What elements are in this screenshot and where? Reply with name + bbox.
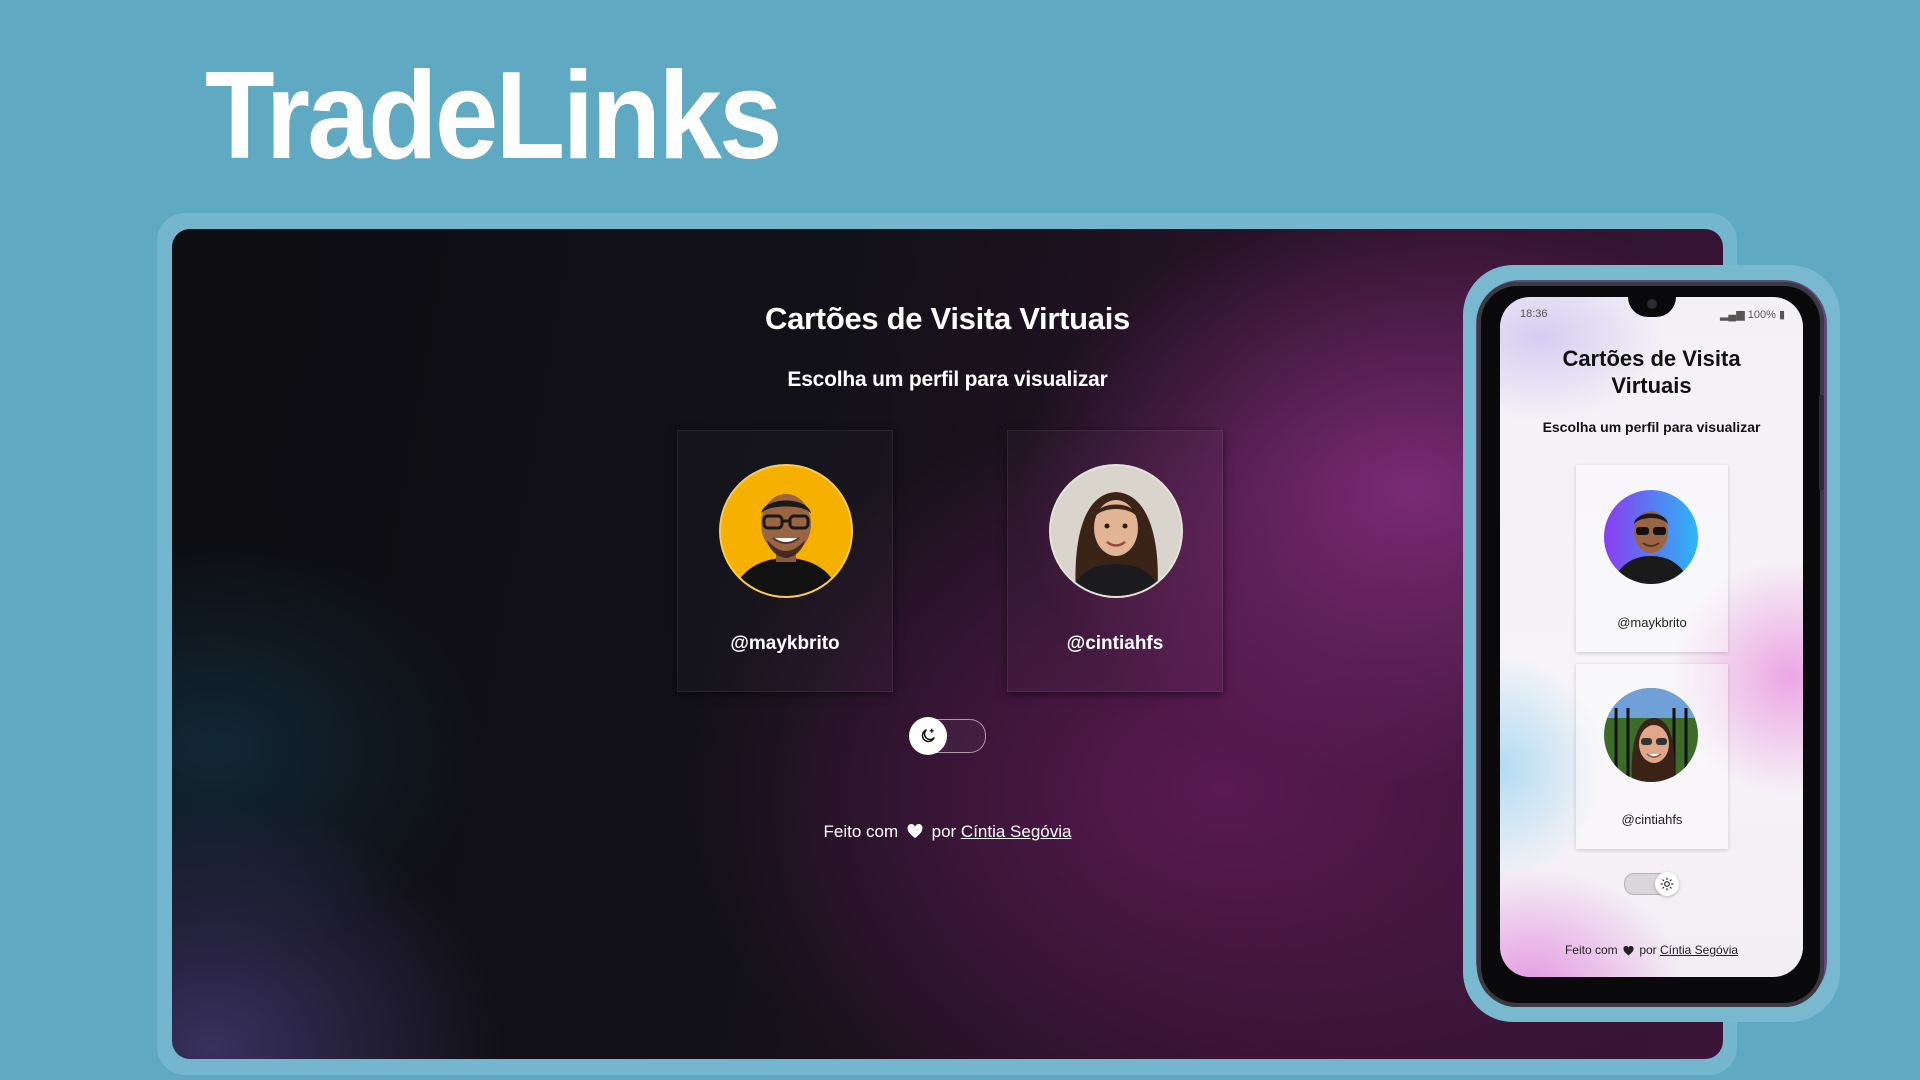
page-title-line1: Cartões de Visita [1562, 346, 1741, 371]
theme-toggle[interactable] [1624, 872, 1679, 896]
brand-title: TradeLinks [205, 47, 782, 185]
sun-icon [1660, 877, 1674, 891]
footer-middle: por [1639, 943, 1657, 957]
profile-card-maykbrito[interactable]: @maykbrito [677, 430, 893, 692]
battery-icon: ▮ [1778, 309, 1785, 321]
battery-level: 100% [1747, 309, 1776, 321]
heart-icon [907, 824, 923, 844]
avatar-portrait-icon [1051, 466, 1181, 596]
phone-bottom-bezel [1500, 977, 1803, 983]
profile-handle: @cintiahfs [1621, 812, 1683, 827]
footer-middle: por [931, 822, 957, 841]
phone-screen: 18:36 ▂▄▆ 100% ▮ Cartões de Visita Virtu… [1500, 297, 1803, 977]
profile-card-cintiahfs[interactable]: @cintiahfs [1576, 664, 1728, 849]
footer: Feito com por Cíntia Segóvia [1500, 943, 1803, 959]
camera-icon [1647, 299, 1657, 309]
status-time: 18:36 [1520, 308, 1548, 320]
avatar [1049, 464, 1183, 598]
toggle-knob [1655, 872, 1679, 896]
avatar [1604, 688, 1698, 782]
phone-side-button [1819, 395, 1824, 490]
avatar [719, 464, 853, 598]
author-link[interactable]: Cíntia Segóvia [1660, 943, 1738, 957]
theme-toggle[interactable] [909, 717, 986, 755]
page-title-line2: Virtuais [1611, 373, 1692, 398]
avatar-portrait-icon [721, 466, 851, 596]
footer-prefix: Feito com [1564, 943, 1618, 957]
profile-card-maykbrito[interactable]: @maykbrito [1576, 465, 1728, 652]
page-subtitle: Escolha um perfil para visualizar [1542, 419, 1761, 435]
page-title: Cartões de Visita Virtuais [1500, 345, 1803, 399]
avatar-portrait-icon [1604, 688, 1698, 782]
author-link[interactable]: Cíntia Segóvia [961, 822, 1072, 841]
profile-card-cintiahfs[interactable]: @cintiahfs [1007, 430, 1223, 692]
profile-handle: @maykbrito [1617, 615, 1687, 630]
avatar [1604, 490, 1698, 584]
avatar-portrait-icon [1604, 490, 1698, 584]
signal-icon: ▂▄▆ [1719, 309, 1745, 321]
heart-icon [1623, 945, 1634, 959]
profile-handle: @cintiahfs [1066, 633, 1164, 654]
moon-icon [921, 728, 935, 743]
profile-handle: @maykbrito [730, 633, 840, 654]
footer-prefix: Feito com [823, 822, 899, 841]
status-indicators: ▂▄▆ 100% ▮ [1720, 308, 1785, 321]
toggle-knob [909, 717, 947, 755]
